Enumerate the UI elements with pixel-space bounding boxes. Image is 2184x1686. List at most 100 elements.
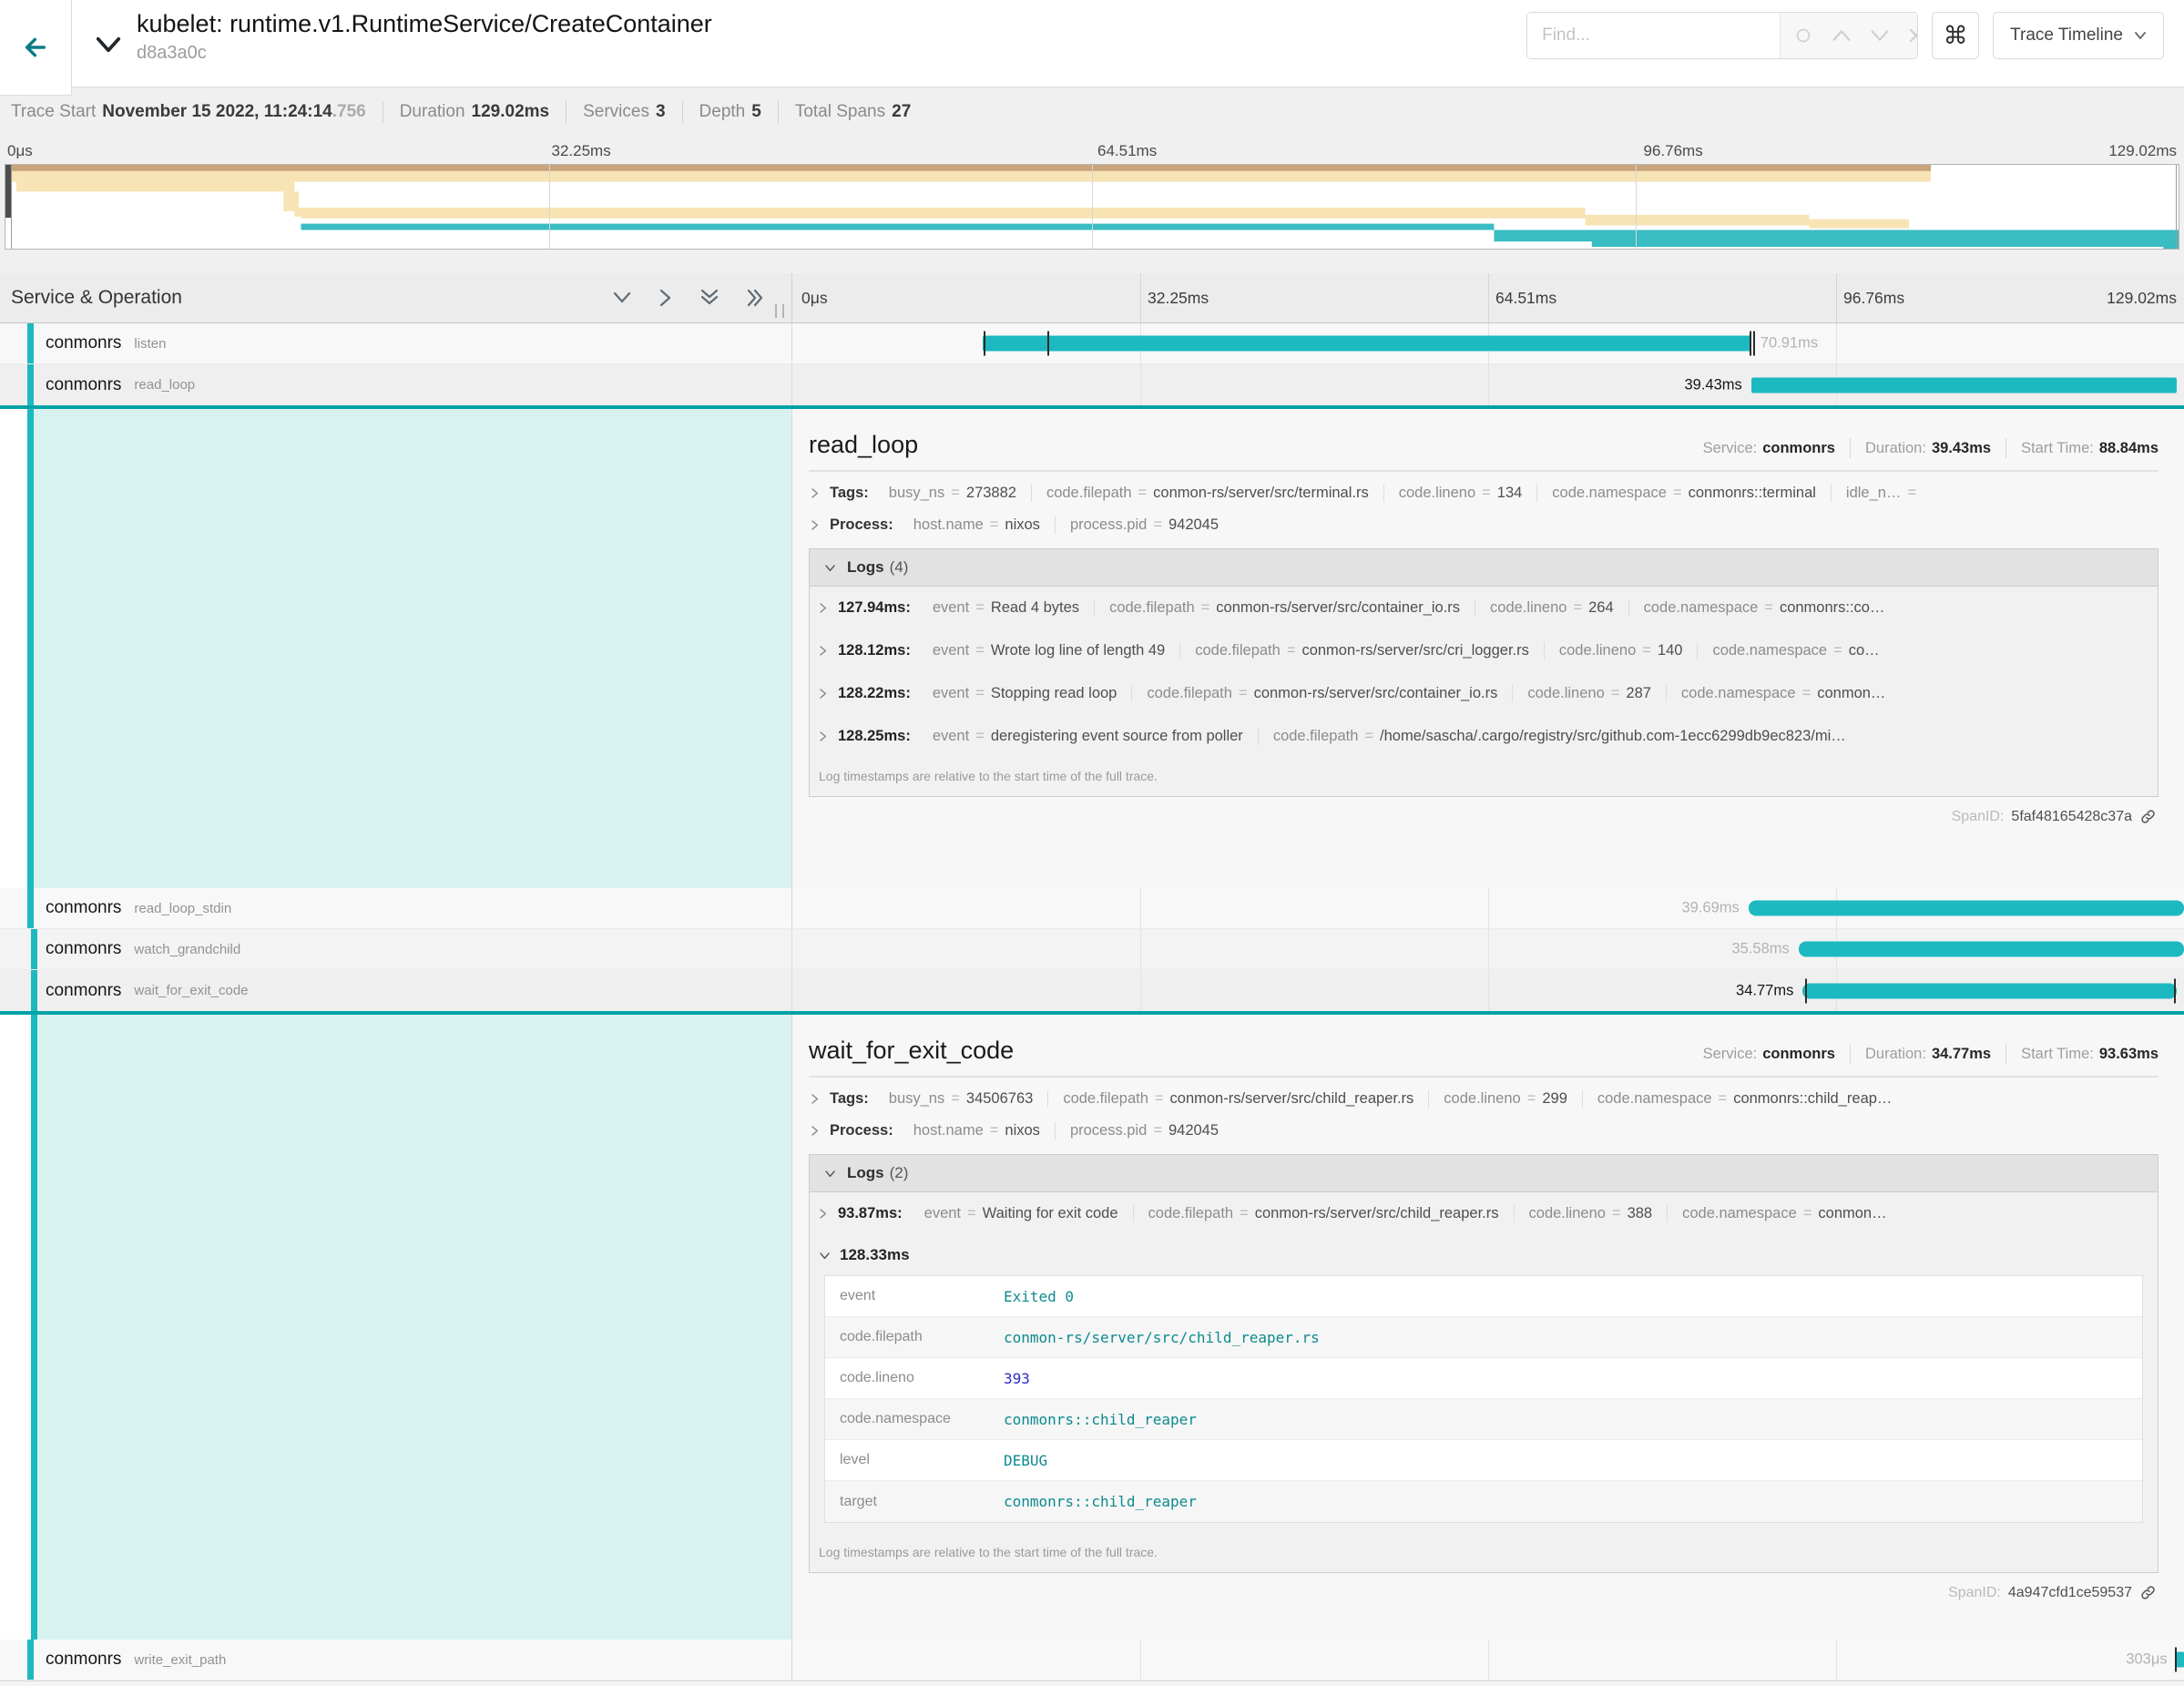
tag-item[interactable]: host.name=nixos (899, 516, 1055, 534)
tag-key: busy_ns (889, 1090, 944, 1107)
tag-item[interactable]: process.pid=942045 (1055, 1122, 1233, 1139)
back-button[interactable] (0, 0, 72, 96)
span-service: conmonrs (46, 333, 121, 353)
process-row[interactable]: Process: host.name=nixos process.pid=942… (809, 516, 2158, 534)
tag-item[interactable]: idle_n…= (1831, 485, 1937, 502)
detail-title: wait_for_exit_code (809, 1037, 1014, 1065)
span-timeline-cell[interactable]: 70.91ms (792, 323, 2184, 363)
log-row[interactable]: 93.87ms: event=Waiting for exit code cod… (810, 1192, 2158, 1235)
span-row-wait-for-exit-code[interactable]: conmonrs wait_for_exit_code 34.77ms (0, 970, 2184, 1015)
collapse-trace-chevron-icon[interactable] (95, 35, 122, 55)
span-duration-label: 70.91ms (1760, 335, 1818, 353)
span-timeline-cell[interactable]: 39.43ms (792, 364, 2184, 405)
tag-item[interactable]: code.lineno=264 (1475, 599, 1628, 617)
tag-item[interactable]: code.namespace=conmonrs::child_reap… (1582, 1090, 1907, 1108)
tick-label: 0μs (7, 142, 33, 160)
tag-item[interactable]: code.filepath=conmon-rs/server/src/child… (1047, 1090, 1428, 1108)
minimap-span-bar (1586, 215, 1810, 226)
tag-item[interactable]: event=Read 4 bytes (918, 599, 1094, 617)
tag-item[interactable]: process.pid=942045 (1055, 516, 1233, 534)
expanded-log-header[interactable]: 128.33ms (810, 1235, 2158, 1272)
logs-header[interactable]: Logs (4) (810, 549, 2158, 587)
span-timeline-cell[interactable]: 39.69ms (792, 888, 2184, 928)
copy-link-icon[interactable] (2139, 808, 2157, 825)
span-timeline-cell[interactable]: 303μs (792, 1640, 2184, 1680)
tags-row[interactable]: Tags: busy_ns=34506763 code.filepath=con… (809, 1090, 2158, 1108)
log-field-key: code.namespace (825, 1411, 1004, 1427)
tag-item[interactable]: code.filepath=conmon-rs/server/src/conta… (1131, 685, 1512, 702)
tag-equals: = (1642, 642, 1651, 659)
tag-item[interactable]: code.filepath=conmon-rs/server/src/conta… (1094, 599, 1475, 617)
tag-item[interactable]: event=deregistering event source from po… (918, 728, 1258, 745)
chevron-right-icon (817, 645, 829, 657)
tag-item[interactable]: code.filepath=conmon-rs/server/src/termi… (1031, 485, 1383, 502)
tag-item[interactable]: code.namespace=conmonrs::terminal (1536, 485, 1831, 502)
expand-all-icon[interactable] (699, 288, 720, 308)
copy-link-icon[interactable] (2139, 1584, 2157, 1601)
view-selector-button[interactable]: Trace Timeline (1993, 12, 2164, 59)
span-row-listen[interactable]: conmonrs listen 70.91ms (0, 323, 2184, 364)
tags-row[interactable]: Tags: busy_ns=273882 code.filepath=conmo… (809, 485, 2158, 502)
log-row[interactable]: 128.12ms: event=Wrote log line of length… (810, 629, 2158, 672)
log-row[interactable]: 128.22ms: event=Stopping read loop code.… (810, 672, 2158, 715)
find-input[interactable] (1527, 13, 1780, 58)
collapse-one-level-icon[interactable] (658, 287, 673, 309)
minimap-canvas[interactable] (5, 164, 2179, 250)
log-row[interactable]: 127.94ms: event=Read 4 bytes code.filepa… (810, 587, 2158, 629)
collapse-all-icon[interactable] (746, 287, 766, 309)
tag-item[interactable]: code.filepath=conmon-rs/server/src/child… (1133, 1205, 1514, 1222)
log-row[interactable]: 128.25ms: event=deregistering event sour… (810, 715, 2158, 758)
tag-item[interactable]: code.namespace=conmon… (1666, 685, 1901, 702)
tag-item[interactable]: event=Stopping read loop (918, 685, 1132, 702)
keyboard-shortcuts-button[interactable]: ⌘ (1932, 12, 1979, 59)
column-resizer-grip[interactable] (775, 304, 784, 318)
tag-item[interactable]: busy_ns=34506763 (874, 1090, 1048, 1108)
viewport-drag-handle[interactable] (5, 165, 11, 218)
viewport-right-edge[interactable] (2176, 165, 2177, 249)
prev-match-icon[interactable] (1832, 28, 1852, 43)
process-row[interactable]: Process: host.name=nixos process.pid=942… (809, 1122, 2158, 1139)
span-row-read-loop[interactable]: conmonrs read_loop 39.43ms (0, 364, 2184, 409)
tag-item[interactable]: code.filepath=/home/sascha/.cargo/regist… (1258, 728, 1861, 745)
tag-item[interactable]: event=Wrote log line of length 49 (918, 642, 1179, 659)
span-timeline-cell[interactable]: 35.58ms (792, 929, 2184, 969)
tag-item[interactable]: code.namespace=conmonrs::co… (1628, 599, 1900, 617)
next-match-icon[interactable] (1870, 28, 1890, 43)
tag-item[interactable]: code.lineno=287 (1512, 685, 1666, 702)
span-name-cell[interactable]: conmonrs write_exit_path (0, 1640, 792, 1680)
tag-item[interactable]: code.filepath=conmon-rs/server/src/cri_l… (1179, 642, 1544, 659)
tag-item[interactable]: host.name=nixos (899, 1122, 1055, 1139)
tag-item[interactable]: code.namespace=co… (1697, 642, 1893, 659)
span-timeline-cell[interactable]: 34.77ms (792, 970, 2184, 1011)
span-name-cell[interactable]: conmonrs wait_for_exit_code (0, 970, 792, 1011)
focus-match-icon[interactable] (1793, 26, 1813, 46)
span-name-cell[interactable]: conmonrs listen (0, 323, 792, 363)
tag-item[interactable]: code.namespace=conmon… (1667, 1205, 1902, 1222)
span-name-cell[interactable]: conmonrs read_loop_stdin (0, 888, 792, 928)
span-duration-bar[interactable] (1799, 942, 2184, 957)
span-duration-bar[interactable] (1751, 377, 2178, 393)
tag-item[interactable]: code.lineno=134 (1383, 485, 1537, 502)
span-row-read-loop-stdin[interactable]: conmonrs read_loop_stdin 39.69ms (0, 888, 2184, 929)
span-row-write-exit-path[interactable]: conmonrs write_exit_path 303μs (0, 1640, 2184, 1681)
service-label: Service:conmonrs (1703, 440, 1835, 457)
logs-header[interactable]: Logs (2) (810, 1155, 2158, 1192)
tag-item[interactable]: event=Waiting for exit code (910, 1205, 1133, 1222)
tag-item[interactable]: code.lineno=140 (1544, 642, 1698, 659)
clear-find-icon[interactable] (1908, 27, 1918, 44)
trace-start-value: November 15 2022, 11:24:14.756 (102, 102, 365, 122)
span-duration-bar[interactable] (2177, 1652, 2184, 1668)
tag-item[interactable]: busy_ns=273882 (874, 485, 1031, 502)
span-duration-bar[interactable] (983, 336, 1750, 352)
tag-item[interactable]: code.lineno=299 (1428, 1090, 1582, 1108)
log-field-value: DEBUG (1004, 1452, 1047, 1469)
expand-one-level-icon[interactable] (611, 291, 633, 305)
tag-item[interactable]: code.lineno=388 (1514, 1205, 1668, 1222)
span-name-cell[interactable]: conmonrs read_loop (0, 364, 792, 405)
span-duration-bar[interactable] (1749, 901, 2184, 916)
span-row-watch-grandchild[interactable]: conmonrs watch_grandchild 35.58ms (0, 929, 2184, 970)
viewport-left-edge[interactable] (11, 165, 12, 249)
span-name-cell[interactable]: conmonrs watch_grandchild (0, 929, 792, 969)
span-duration-bar[interactable] (1802, 983, 2177, 998)
tag-key: code.lineno (1527, 685, 1604, 701)
